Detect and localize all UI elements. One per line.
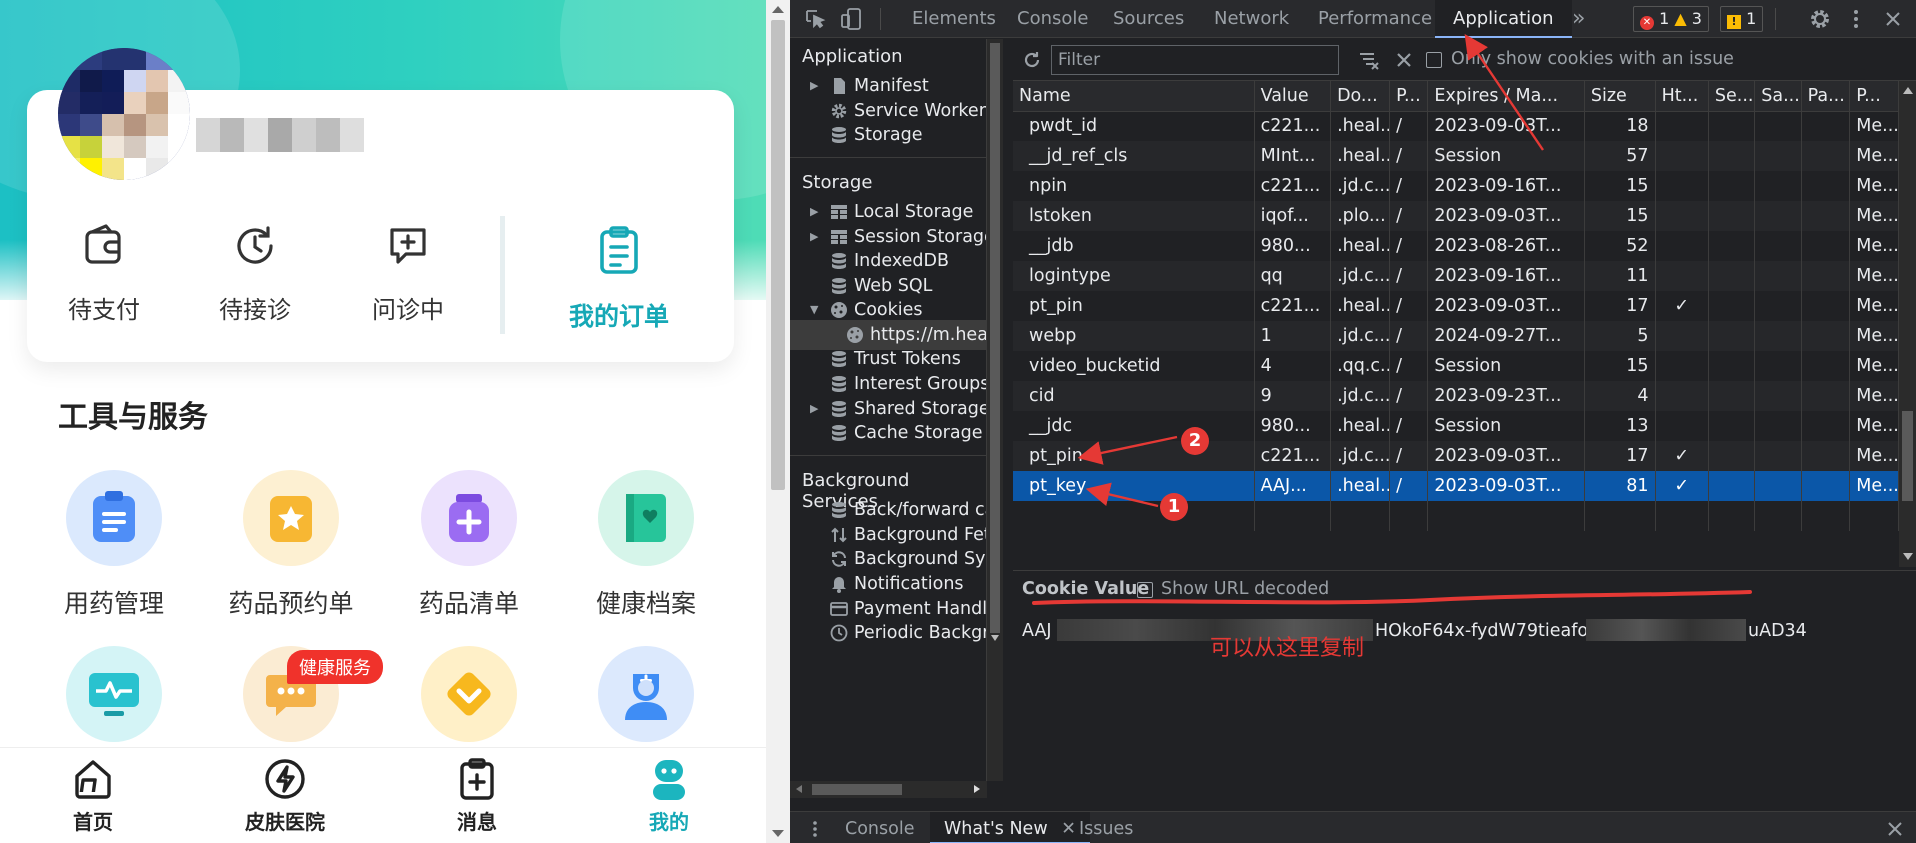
scroll-up-icon[interactable] bbox=[772, 6, 784, 13]
close-drawer-icon[interactable] bbox=[1886, 820, 1904, 838]
tab-label: 我的 bbox=[649, 810, 689, 834]
drawer-tab-whats-new[interactable]: What's New ✕ bbox=[930, 812, 1090, 843]
tool-monitor[interactable] bbox=[34, 646, 194, 742]
page-scrollbar[interactable] bbox=[766, 0, 790, 843]
tab-messages[interactable]: 消息 bbox=[402, 756, 552, 835]
order-pending-payment[interactable]: 待支付 bbox=[34, 222, 174, 342]
drawer-tab-issues[interactable]: Issues bbox=[1079, 812, 1133, 843]
wallet-icon bbox=[80, 222, 128, 270]
doctor-icon bbox=[598, 646, 694, 742]
annotation-pin: 2 bbox=[1181, 427, 1209, 455]
annotation-underline bbox=[1032, 590, 1752, 605]
bolt-circle-icon bbox=[262, 756, 308, 802]
order-awaiting-consult[interactable]: 待接诊 bbox=[185, 222, 325, 342]
medicine-list-icon bbox=[66, 470, 162, 566]
tab-label: 消息 bbox=[457, 810, 497, 834]
my-orders-button[interactable]: 我的订单 bbox=[548, 225, 690, 333]
tab-mine[interactable]: 我的 bbox=[594, 756, 744, 835]
order-label: 问诊中 bbox=[372, 296, 444, 324]
section-title: 工具与服务 bbox=[58, 400, 208, 435]
mobile-page: 待支付 待接诊 问诊中 我的订单 工具与服务 用药管理 药品预约单 药品清单 健… bbox=[0, 0, 766, 843]
divider bbox=[500, 216, 505, 334]
username-redacted bbox=[196, 118, 364, 152]
annotation-arrow bbox=[1464, 34, 1544, 151]
tab-skin-hospital[interactable]: 皮肤医院 bbox=[210, 756, 360, 835]
drawer-tab-bar: Console What's New ✕ Issues bbox=[790, 811, 1916, 843]
tool-medication-management[interactable]: 用药管理 bbox=[34, 470, 194, 620]
profile-icon bbox=[646, 756, 692, 802]
close-tab-icon[interactable]: ✕ bbox=[1061, 819, 1076, 839]
clock-icon bbox=[231, 222, 279, 270]
tool-health-record[interactable]: 健康档案 bbox=[566, 470, 726, 620]
tool-drug-list[interactable]: 药品清单 bbox=[389, 470, 549, 620]
my-orders-label: 我的订单 bbox=[568, 302, 669, 331]
monitor-pulse-icon bbox=[66, 646, 162, 742]
tool-drug-reservation[interactable]: 药品预约单 bbox=[211, 470, 371, 620]
order-in-consult[interactable]: 问诊中 bbox=[338, 222, 478, 342]
tab-home[interactable]: 首页 bbox=[18, 756, 168, 835]
tool-label: 健康档案 bbox=[595, 589, 696, 618]
health-record-icon bbox=[598, 470, 694, 566]
tool-label: 用药管理 bbox=[63, 589, 164, 618]
drawer-menu-icon[interactable] bbox=[810, 820, 820, 838]
bottom-tab-bar: 首页 皮肤医院 消息 我的 bbox=[0, 747, 766, 843]
annotation-layer bbox=[1032, 34, 1752, 605]
avatar[interactable] bbox=[58, 48, 190, 180]
annotation-pin: 1 bbox=[1160, 493, 1188, 521]
annotation-arrow bbox=[1077, 435, 1178, 465]
tool-label: 药品清单 bbox=[418, 589, 519, 618]
tool-label: 药品预约单 bbox=[228, 589, 354, 618]
home-icon bbox=[70, 756, 116, 802]
annotation-arrow bbox=[1085, 482, 1159, 508]
scroll-down-icon[interactable] bbox=[772, 830, 784, 837]
coupon-diamond-icon bbox=[421, 646, 517, 742]
tab-label: 皮肤医院 bbox=[245, 810, 325, 834]
clipboard-plus-icon bbox=[454, 756, 500, 802]
medicine-jar-icon bbox=[421, 470, 517, 566]
order-label: 待支付 bbox=[68, 296, 140, 324]
tool-coupon[interactable] bbox=[389, 646, 549, 742]
order-label: 待接诊 bbox=[219, 296, 291, 324]
drawer-tab-console[interactable]: Console bbox=[845, 812, 914, 843]
tab-label: 首页 bbox=[73, 810, 113, 834]
chat-plus-icon bbox=[384, 222, 432, 270]
scrollbar-thumb[interactable] bbox=[771, 20, 785, 490]
health-service-badge: 健康服务 bbox=[287, 650, 383, 684]
annotation-text: 可以从这里复制 bbox=[1210, 636, 1365, 661]
devtools-panel: Elements Console Sources Network Perform… bbox=[790, 0, 1916, 843]
star-clipboard-icon bbox=[243, 470, 339, 566]
clipboard-list-icon bbox=[595, 225, 643, 275]
drawer-tab-label: What's New bbox=[944, 819, 1048, 839]
tool-doctor[interactable] bbox=[566, 646, 726, 742]
